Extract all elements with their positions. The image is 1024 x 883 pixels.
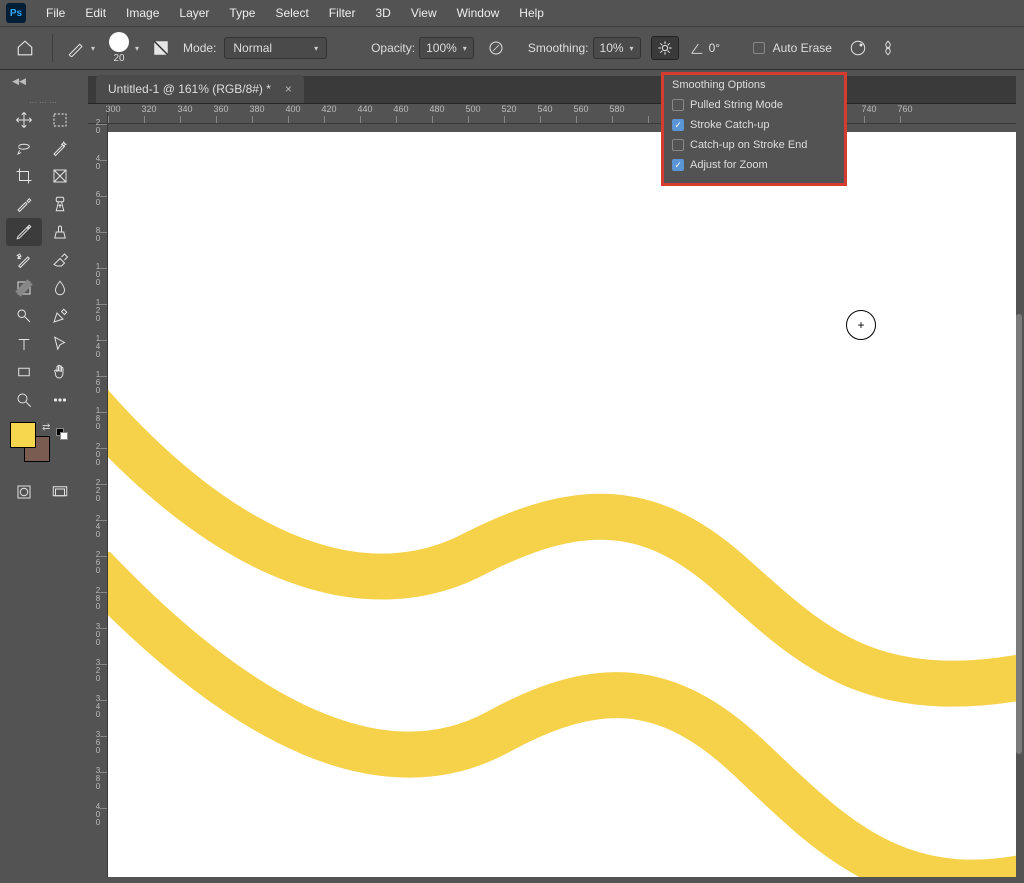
checkbox-icon[interactable]: ✓ bbox=[672, 159, 684, 171]
app-logo-icon: Ps bbox=[6, 3, 26, 23]
option-label: Catch-up on Stroke End bbox=[690, 139, 807, 151]
checkbox-icon[interactable] bbox=[672, 99, 684, 111]
document-tab-bar: Untitled-1 @ 161% (RGB/8#) * × bbox=[88, 76, 1016, 104]
checkbox-icon[interactable]: ✓ bbox=[672, 119, 684, 131]
tool-preset-picker[interactable]: ▾ bbox=[63, 39, 99, 57]
eyedropper-tool[interactable] bbox=[6, 190, 42, 218]
blur-tool[interactable] bbox=[42, 274, 78, 302]
hand-tool[interactable] bbox=[42, 358, 78, 386]
history-brush-tool[interactable] bbox=[6, 246, 42, 274]
zoom-tool[interactable] bbox=[6, 386, 42, 414]
crop-tool[interactable] bbox=[6, 162, 42, 190]
pencil-tool[interactable] bbox=[6, 218, 42, 246]
smoothing-options-button[interactable] bbox=[651, 36, 679, 60]
scrollbar-vertical[interactable] bbox=[1016, 104, 1022, 877]
marquee-tool[interactable] bbox=[42, 106, 78, 134]
scrollbar-thumb[interactable] bbox=[1016, 314, 1022, 754]
mode-label: Mode: bbox=[183, 41, 216, 55]
checkbox-icon[interactable] bbox=[672, 139, 684, 151]
tools-panel: ⋯⋯⋯ bbox=[4, 94, 84, 510]
menu-edit[interactable]: Edit bbox=[75, 2, 116, 24]
rectangle-tool[interactable] bbox=[6, 358, 42, 386]
brush-settings-icon[interactable] bbox=[149, 36, 173, 60]
foreground-color-swatch[interactable] bbox=[10, 422, 36, 448]
home-button[interactable] bbox=[8, 34, 42, 62]
default-colors-icon[interactable] bbox=[56, 428, 72, 444]
pen-tool[interactable] bbox=[42, 302, 78, 330]
canvas[interactable]: + bbox=[108, 132, 1016, 877]
quick-mask-tool[interactable] bbox=[6, 478, 42, 506]
smoothing-group: Smoothing: 10%▾ bbox=[524, 37, 645, 59]
swap-colors-icon[interactable]: ⇄ bbox=[42, 422, 50, 433]
ruler-horizontal[interactable]: 3003203403603804004204404604805005205405… bbox=[108, 104, 1016, 124]
path-selection-tool[interactable] bbox=[42, 330, 78, 358]
option-label: Pulled String Mode bbox=[690, 99, 783, 111]
menu-image[interactable]: Image bbox=[116, 2, 169, 24]
gradient-tool[interactable] bbox=[6, 274, 42, 302]
option-label: Stroke Catch-up bbox=[690, 119, 769, 131]
brush-angle[interactable]: 0° bbox=[685, 40, 743, 56]
dodge-tool[interactable] bbox=[6, 302, 42, 330]
option-label: Adjust for Zoom bbox=[690, 159, 768, 171]
menu-help[interactable]: Help bbox=[509, 2, 554, 24]
magic-wand-tool[interactable] bbox=[42, 134, 78, 162]
menu-view[interactable]: View bbox=[401, 2, 447, 24]
options-bar: ▾ 20 ▾ Mode: Normal▾ Opacity: 100%▾ Smoo… bbox=[0, 26, 1024, 70]
panel-grabber-icon[interactable]: ⋯⋯⋯ bbox=[6, 98, 82, 106]
brush-stroke bbox=[108, 552, 1016, 877]
more-tools[interactable] bbox=[42, 386, 78, 414]
collapse-handle[interactable]: ◀◀ bbox=[6, 74, 32, 88]
menu-file[interactable]: File bbox=[36, 2, 75, 24]
symmetry-icon[interactable] bbox=[876, 36, 900, 60]
eraser-tool[interactable] bbox=[42, 246, 78, 274]
brush-preset-picker[interactable]: 20 ▾ bbox=[105, 32, 143, 64]
menu-bar: Ps FileEditImageLayerTypeSelectFilter3DV… bbox=[0, 0, 1024, 26]
smoothing-option-0[interactable]: Pulled String Mode bbox=[672, 95, 836, 115]
close-icon[interactable]: × bbox=[285, 82, 292, 96]
healing-brush-tool[interactable] bbox=[42, 190, 78, 218]
opacity-label: Opacity: bbox=[371, 41, 415, 55]
type-tool[interactable] bbox=[6, 330, 42, 358]
clone-stamp-tool[interactable] bbox=[42, 218, 78, 246]
ruler-vertical[interactable]: 2040608010012014016018020022024026028030… bbox=[88, 124, 108, 877]
document-tab[interactable]: Untitled-1 @ 161% (RGB/8#) * × bbox=[96, 75, 304, 103]
frame-tool[interactable] bbox=[42, 162, 78, 190]
brush-cursor-icon: + bbox=[846, 310, 876, 340]
opacity-group: Opacity: 100%▾ bbox=[367, 37, 478, 59]
menu-layer[interactable]: Layer bbox=[169, 2, 219, 24]
smoothing-option-3[interactable]: ✓ Adjust for Zoom bbox=[672, 155, 836, 175]
workspace: 3003203403603804004204404604805005205405… bbox=[88, 104, 1016, 877]
menu-filter[interactable]: Filter bbox=[319, 2, 366, 24]
opacity-field[interactable]: 100%▾ bbox=[419, 37, 474, 59]
menu-window[interactable]: Window bbox=[447, 2, 510, 24]
pressure-opacity-icon[interactable] bbox=[484, 36, 508, 60]
menu-select[interactable]: Select bbox=[265, 2, 318, 24]
smoothing-options-popup: Smoothing Options Pulled String Mode ✓ Str… bbox=[661, 72, 847, 186]
move-tool[interactable] bbox=[6, 106, 42, 134]
smoothing-label: Smoothing: bbox=[528, 41, 589, 55]
screen-mode-tool[interactable] bbox=[42, 478, 78, 506]
document-tab-label: Untitled-1 @ 161% (RGB/8#) * bbox=[108, 82, 271, 96]
canvas-viewport[interactable]: + bbox=[108, 124, 1016, 877]
smoothing-field[interactable]: 10%▾ bbox=[593, 37, 641, 59]
auto-erase-checkbox[interactable]: Auto Erase bbox=[749, 41, 836, 55]
menu-type[interactable]: Type bbox=[219, 2, 265, 24]
mode-dropdown[interactable]: Normal▾ bbox=[224, 37, 327, 59]
mode-group: Mode: Normal▾ bbox=[179, 37, 331, 59]
pressure-size-icon[interactable] bbox=[846, 36, 870, 60]
popup-title: Smoothing Options bbox=[672, 79, 836, 91]
lasso-tool[interactable] bbox=[6, 134, 42, 162]
smoothing-option-2[interactable]: Catch-up on Stroke End bbox=[672, 135, 836, 155]
smoothing-option-1[interactable]: ✓ Stroke Catch-up bbox=[672, 115, 836, 135]
menu-3d[interactable]: 3D bbox=[365, 2, 400, 24]
